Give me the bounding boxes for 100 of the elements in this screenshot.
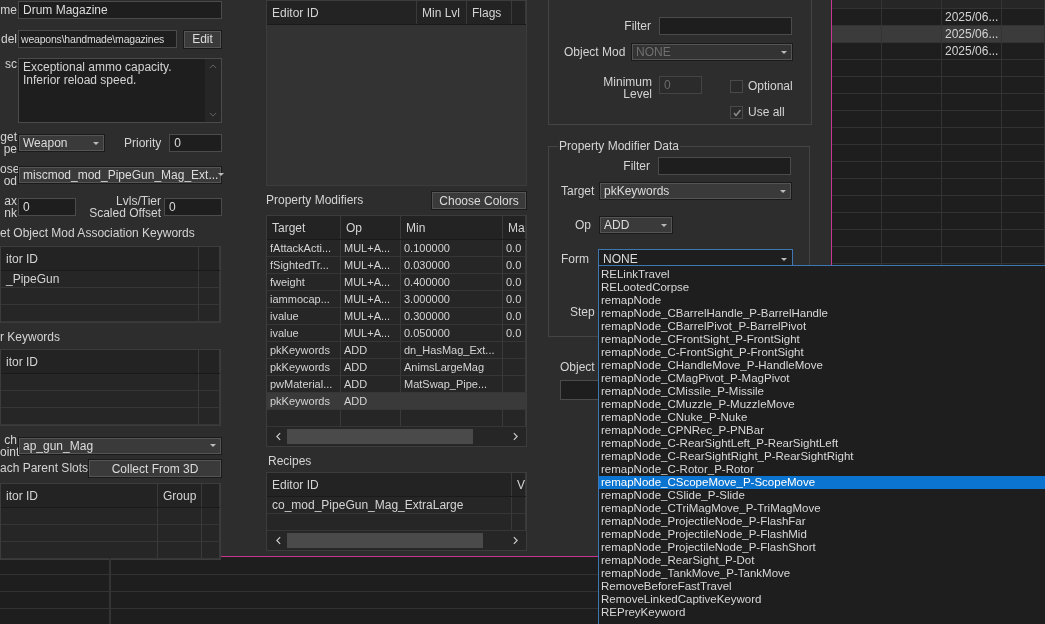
group-title: Property Modifier Data [558, 140, 681, 153]
table-row[interactable]: iammocap... MUL+A... 3.000000 0.0 [267, 291, 526, 308]
column-header: itor ID [1, 247, 199, 270]
checkbox[interactable] [730, 106, 743, 119]
column-header: itor ID [1, 350, 199, 373]
list-item[interactable]: remapNode_ProjectileNode_P-FlashShort [599, 541, 1045, 554]
list-item[interactable]: remapNode_CBarrelPivot_P-BarrelPivot [599, 320, 1045, 333]
table-row[interactable]: fSightedTr... MUL+A... 0.030000 0.0 [267, 257, 526, 274]
table-row[interactable]: pkKeywords ADD dn_HasMag_Ext... [267, 342, 526, 359]
table-cell: dn_HasMag_Ext... [404, 344, 495, 356]
field-label: del [0, 33, 17, 45]
table-cell: 0.300000 [404, 310, 450, 322]
attach-point-dropdown[interactable]: ap_gun_Mag [18, 436, 222, 455]
table-cell: 0.400000 [404, 276, 450, 288]
list-item[interactable]: remapNode_ProjectileNode_P-FlashFar [599, 515, 1045, 528]
column-header: itor ID [1, 484, 158, 507]
table-cell: MUL+A... [344, 276, 391, 288]
list-item[interactable]: remapNode_RearSight_P-Dot [599, 554, 1045, 567]
table-cell: 0.0 [506, 293, 522, 305]
edit-button[interactable]: Edit [183, 29, 222, 49]
list-item[interactable]: remapNode_CSlide_P-Slide [599, 489, 1045, 502]
field-label: Target [561, 184, 596, 198]
list-item[interactable]: remapNode_TankMove_P-TankMove [599, 567, 1045, 580]
filter-field[interactable] [659, 17, 792, 35]
column-header: V [512, 473, 526, 496]
table-row[interactable]: pkKeywords ADD AnimsLargeMag [267, 359, 526, 376]
scroll-thumb[interactable] [287, 429, 473, 444]
list-item[interactable]: remapNode_CPNRec_P-PNBar [599, 424, 1045, 437]
table-cell: ADD [344, 378, 368, 390]
table-cell: fAttackActi... [270, 242, 332, 254]
mod-dropdown[interactable]: miscmod_mod_PipeGun_Mag_Ext... [18, 165, 222, 184]
field-label: get pe [0, 131, 17, 155]
table-row[interactable]: pkKeywords ADD [267, 393, 526, 410]
table-cell: 0.0 [506, 242, 522, 254]
dropdown-list[interactable] [598, 265, 1045, 624]
op-dropdown[interactable]: ADD [599, 216, 673, 234]
list-item[interactable]: remapNode_CHandleMove_P-HandleMove [599, 359, 1045, 372]
list-item[interactable]: RELootedCorpse [599, 281, 1045, 294]
table-cell: ADD [344, 361, 368, 373]
checkbox[interactable] [730, 80, 743, 93]
caret-icon [780, 189, 786, 193]
list-item[interactable]: remapNode_CMagPivot_P-MagPivot [599, 372, 1045, 385]
choose-colors-button[interactable]: Choose Colors [431, 191, 527, 210]
list-item[interactable]: remapNode_CNuke_P-Nuke [599, 411, 1045, 424]
list-item[interactable]: RELinkTravel [599, 268, 1045, 281]
table-row[interactable]: fAttackActi... MUL+A... 0.100000 0.0 [267, 240, 526, 257]
table-cell: 2025/06... [945, 27, 999, 41]
target-type-dropdown[interactable]: Weapon [18, 134, 105, 152]
description-field[interactable]: Exceptional ammo capacity. Inferior reload speed. [18, 58, 222, 123]
field-label: Object Mod [564, 45, 626, 59]
table-cell: fweight [270, 276, 305, 288]
model-field[interactable]: weapons\handmade\magazines [18, 30, 177, 48]
table-cell: 2025/06... [945, 44, 999, 58]
caret-icon [210, 444, 216, 447]
list-item[interactable]: remapNode_CMissile_P-Missile [599, 385, 1045, 398]
scaled-offset-field[interactable]: 0 [164, 198, 222, 216]
caret-icon [93, 141, 99, 145]
list-item[interactable]: REPreyKeyword [599, 606, 1045, 619]
list-item[interactable]: remapNode_CMuzzle_P-MuzzleMove [599, 398, 1045, 411]
scrollbar[interactable] [205, 59, 221, 122]
table-cell: ivalue [270, 327, 299, 339]
field-label: ach Parent Slots [0, 462, 89, 475]
scroll-thumb[interactable] [287, 533, 483, 548]
list-item[interactable]: RemoveLinkedCaptiveKeyword [599, 593, 1045, 606]
column-header: Op [341, 216, 401, 239]
name-field[interactable]: Drum Magazine [18, 1, 222, 19]
list-item[interactable]: RemoveBeforeFastTravel [599, 580, 1045, 593]
column-header: Ma [503, 216, 526, 239]
table-row[interactable]: ivalue MUL+A... 0.300000 0.0 [267, 308, 526, 325]
column-header: Min Lvl [417, 1, 467, 24]
list-item[interactable]: remapNode_C-RearSightLeft_P-RearSightLeft [599, 437, 1045, 450]
list-item[interactable]: remapNode_CFrontSight_P-FrontSight [599, 333, 1045, 346]
field-label: sc [4, 58, 17, 70]
table-cell: _PipeGun [1, 271, 199, 287]
list-item[interactable]: remapNode_C-Rotor_P-Rotor [599, 463, 1045, 476]
table-cell: AnimsLargeMag [404, 361, 485, 373]
collect-button[interactable]: Collect From 3D [88, 459, 222, 478]
filter-field[interactable] [658, 157, 791, 175]
list-item[interactable]: remapNode [599, 294, 1045, 307]
list-item[interactable]: remapNode_CBarrelHandle_P-BarrelHandle [599, 307, 1045, 320]
list-item[interactable]: remapNode_CScopeMove_P-ScopeMove [599, 476, 1045, 489]
list-item[interactable]: remapNode_ProjectileNode_P-FlashMid [599, 528, 1045, 541]
field-label: Step [570, 306, 595, 319]
column-header: Editor ID [267, 473, 512, 496]
table-row[interactable]: fweight MUL+A... 0.400000 0.0 [267, 274, 526, 291]
priority-field[interactable]: 0 [169, 134, 222, 152]
table-row[interactable]: ivalue MUL+A... 0.050000 0.0 [267, 325, 526, 342]
column-header: Editor ID [267, 1, 417, 24]
list-item[interactable]: remapNode_C-FrontSight_P-FrontSight [599, 346, 1045, 359]
table-cell: iammocap... [270, 293, 330, 305]
target-dropdown[interactable]: pkKeywords [599, 182, 792, 200]
checkbox-label: Optional [748, 80, 793, 93]
table-row[interactable]: 2025/06... [832, 43, 1045, 60]
table-cell: MUL+A... [344, 259, 391, 271]
max-rank-field[interactable]: 0 [18, 198, 76, 216]
list-item[interactable]: remapNode_CTriMagMove_P-TriMagMove [599, 502, 1045, 515]
table-cell: MUL+A... [344, 327, 391, 339]
table-cell: pkKeywords [270, 344, 330, 356]
list-item[interactable]: remapNode_C-RearSightRight_P-RearSightRight [599, 450, 1045, 463]
table-row[interactable]: 2025/06... [832, 26, 1045, 43]
